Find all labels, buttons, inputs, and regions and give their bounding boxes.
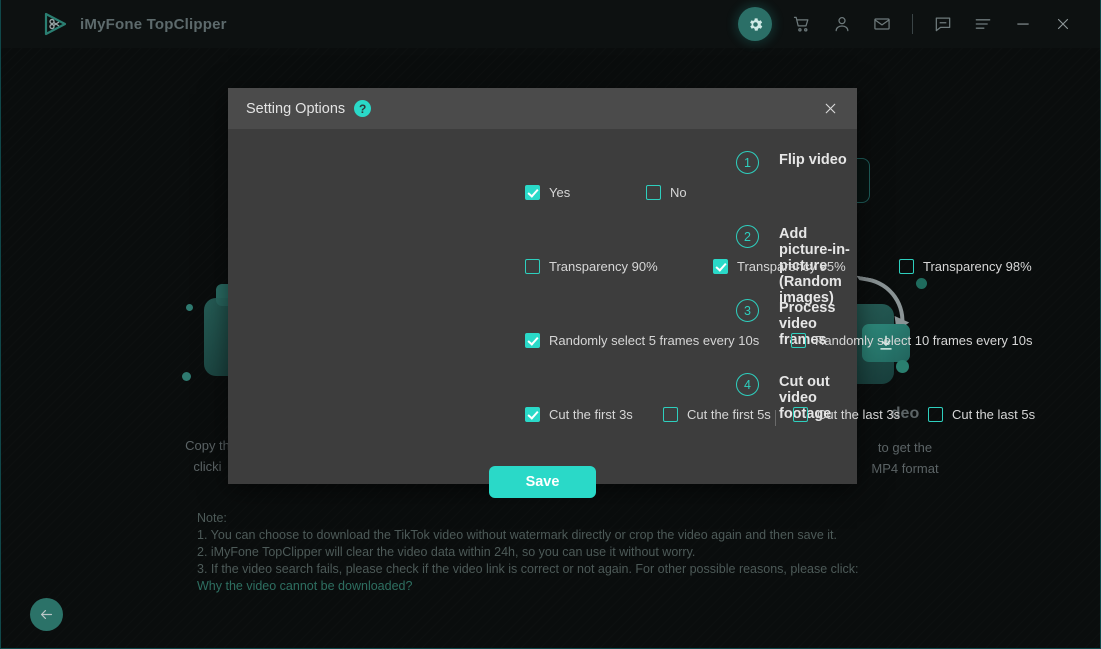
why-cannot-download-link[interactable]: Why the video cannot be downloaded? bbox=[197, 578, 858, 595]
cart-icon bbox=[793, 16, 809, 32]
chat-bubble-icon bbox=[935, 17, 951, 32]
checkbox-option[interactable]: Transparency 90% bbox=[525, 259, 658, 274]
checkbox-unchecked-icon[interactable] bbox=[791, 333, 806, 348]
checkbox-checked-icon[interactable] bbox=[525, 407, 540, 422]
titlebar-actions bbox=[738, 0, 1083, 48]
section-title: Flip video bbox=[779, 152, 847, 168]
section-number-badge: 4 bbox=[736, 373, 759, 396]
section-number-badge: 3 bbox=[736, 299, 759, 322]
close-icon bbox=[825, 103, 835, 114]
section-number-badge: 1 bbox=[736, 151, 759, 174]
checkbox-option[interactable]: Transparency 95% bbox=[713, 259, 846, 274]
dialog-close-button[interactable] bbox=[817, 96, 843, 122]
section-header: 2 Add picture-in-picture (Random images) bbox=[228, 225, 857, 306]
envelope-icon bbox=[874, 18, 890, 30]
minimize-button[interactable] bbox=[1003, 4, 1043, 44]
checkbox-option[interactable]: Randomly select 10 frames every 10s bbox=[791, 333, 1032, 348]
checkbox-checked-icon[interactable] bbox=[525, 185, 540, 200]
checkbox-option[interactable]: No bbox=[646, 185, 687, 200]
setting-options-dialog: Setting Options ? 1 Flip video Yes No 2 Add p… bbox=[228, 88, 1035, 498]
note-line: 1. You can choose to download the TikTok… bbox=[197, 528, 837, 542]
checkbox-option[interactable]: Yes bbox=[525, 185, 570, 200]
section-number-badge: 2 bbox=[736, 225, 759, 248]
checkbox-label: Yes bbox=[549, 185, 571, 200]
notes-heading: Note: bbox=[197, 511, 227, 525]
checkbox-option[interactable]: Cut the last 3s bbox=[793, 407, 900, 422]
checkbox-option[interactable]: Cut the last 5s bbox=[928, 407, 1035, 422]
checkbox-label: No bbox=[670, 185, 687, 200]
mail-button[interactable] bbox=[862, 4, 902, 44]
option-divider bbox=[775, 410, 776, 426]
checkbox-label: Transparency 95% bbox=[737, 259, 846, 274]
feedback-button[interactable] bbox=[923, 4, 963, 44]
section-options: Cut the first 3s Cut the first 5s Cut the … bbox=[228, 407, 1035, 429]
section-options: Transparency 90% Transparency 95% Transpar… bbox=[228, 259, 1032, 281]
titlebar-divider bbox=[912, 14, 913, 34]
account-button[interactable] bbox=[822, 4, 862, 44]
settings-section: 2 Add picture-in-picture (Random images) T… bbox=[228, 225, 1032, 306]
checkbox-unchecked-icon[interactable] bbox=[899, 259, 914, 274]
checkbox-checked-icon[interactable] bbox=[713, 259, 728, 274]
checkbox-label: Transparency 98% bbox=[923, 259, 1032, 274]
help-icon[interactable]: ? bbox=[354, 100, 372, 117]
back-button[interactable] bbox=[30, 598, 63, 631]
settings-section: 3 Process video frames Randomly select 5 f… bbox=[228, 299, 1032, 355]
shop-cart-button[interactable] bbox=[782, 4, 822, 44]
app-logo-icon bbox=[42, 11, 68, 37]
note-line: 2. iMyFone TopClipper will clear the vid… bbox=[197, 545, 696, 559]
illustration-dot bbox=[186, 304, 193, 311]
gear-icon bbox=[749, 17, 762, 31]
checkbox-unchecked-icon[interactable] bbox=[525, 259, 540, 274]
checkbox-option[interactable]: Cut the first 5s bbox=[663, 407, 771, 422]
checkbox-option[interactable]: Randomly select 5 frames every 10s bbox=[525, 333, 759, 348]
close-icon bbox=[1057, 18, 1069, 30]
checkbox-label: Cut the last 3s bbox=[817, 407, 901, 422]
note-line: 3. If the video search fails, please che… bbox=[197, 562, 859, 576]
save-button[interactable]: Save bbox=[489, 466, 596, 498]
checkbox-unchecked-icon[interactable] bbox=[793, 407, 808, 422]
illustration-dot bbox=[182, 372, 191, 381]
checkbox-checked-icon[interactable] bbox=[525, 333, 540, 348]
hamburger-menu-icon bbox=[975, 19, 991, 29]
close-window-button[interactable] bbox=[1043, 4, 1083, 44]
section-options: Randomly select 5 frames every 10s Random… bbox=[228, 333, 1032, 355]
person-icon bbox=[835, 17, 849, 32]
dialog-body: 1 Flip video Yes No 2 Add picture-in-picture … bbox=[228, 129, 1035, 498]
checkbox-option[interactable]: Cut the first 3s bbox=[525, 407, 633, 422]
section-header: 3 Process video frames bbox=[228, 299, 857, 348]
checkbox-label: Randomly select 5 frames every 10s bbox=[549, 333, 760, 348]
dialog-title: Setting Options bbox=[246, 100, 346, 117]
checkbox-unchecked-icon[interactable] bbox=[928, 407, 943, 422]
settings-section: 4 Cut out video footage Cut the first 3s Cu… bbox=[228, 373, 1035, 429]
settings-gear-button[interactable] bbox=[738, 7, 772, 41]
app-title: iMyFone TopClipper bbox=[80, 15, 227, 33]
checkbox-label: Randomly select 10 frames every 10s bbox=[815, 333, 1033, 348]
dialog-header: Setting Options ? bbox=[228, 88, 857, 129]
checkbox-label: Cut the last 5s bbox=[952, 407, 1036, 422]
checkbox-unchecked-icon[interactable] bbox=[663, 407, 678, 422]
menu-button[interactable] bbox=[963, 4, 1003, 44]
app-window: iMyFone TopClipper Copy th clicki deo to… bbox=[0, 0, 1101, 649]
settings-section: 1 Flip video Yes No bbox=[228, 151, 857, 207]
notes-block: Note: 1. You can choose to download the … bbox=[197, 510, 858, 595]
title-bar: iMyFone TopClipper bbox=[0, 0, 1101, 48]
save-button-row: Save bbox=[228, 466, 857, 498]
checkbox-label: Cut the first 5s bbox=[687, 407, 771, 422]
section-options: Yes No bbox=[228, 185, 857, 207]
checkbox-label: Cut the first 3s bbox=[549, 407, 633, 422]
minimize-icon bbox=[1017, 23, 1029, 25]
checkbox-unchecked-icon[interactable] bbox=[646, 185, 661, 200]
section-header: 1 Flip video bbox=[228, 151, 857, 174]
illustration-dot bbox=[916, 278, 927, 289]
illustration-dot bbox=[896, 360, 909, 373]
checkbox-label: Transparency 90% bbox=[549, 259, 658, 274]
arrow-left-icon bbox=[40, 610, 53, 619]
checkbox-option[interactable]: Transparency 98% bbox=[899, 259, 1032, 274]
section-header: 4 Cut out video footage bbox=[228, 373, 857, 422]
illustration-arrow bbox=[848, 275, 912, 329]
